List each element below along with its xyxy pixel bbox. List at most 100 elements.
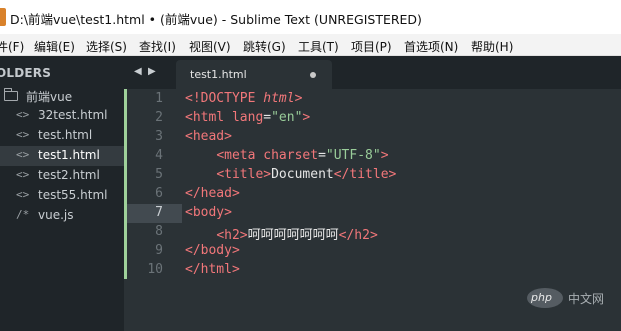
sidebar-file-item[interactable]: <> test1.html [0,146,124,166]
code-token: </html> [185,262,240,277]
line-number: 2 [155,110,163,125]
code-line[interactable]: 4 <meta charset="UTF-8"> [127,147,621,166]
sidebar-file-item[interactable]: <> test.html [0,126,124,146]
line-number: 5 [155,167,163,182]
html-file-icon: <> [16,188,30,201]
code-token: lang [231,110,264,125]
menu-view[interactable]: 视图(V) [189,38,231,55]
tab-test1-html[interactable]: test1.html [176,60,332,89]
code-text: <meta charset="UTF-8"> [185,148,389,163]
js-file-icon: /* [16,208,30,221]
code-line[interactable]: 3 <head> [127,128,621,147]
sidebar-file-label: test.html [38,128,93,142]
code-token: Document [271,167,334,182]
code-text: </html> [185,262,240,277]
code-text: </head> [185,186,240,201]
code-token: </title> [333,167,397,182]
code-token: <!DOCTYPE [185,91,264,106]
line-number: 8 [155,224,163,239]
code-token: <html [185,110,232,125]
menu-edit[interactable]: 编辑(E) [34,38,75,55]
code-line[interactable]: 6 </head> [127,185,621,204]
menu-bar: 件(F) 编辑(E) 选择(S) 查找(I) 视图(V) 跳转(G) 工具(T)… [0,34,621,56]
code-text: </body> [185,243,240,258]
sidebar-file-item[interactable]: <> test2.html [0,166,124,186]
code-line[interactable]: 8 <h2>呵呵呵呵呵呵呵</h2> [127,223,621,243]
chevron-left-icon[interactable]: ◀ [134,66,142,77]
sublime-app-icon [0,8,6,26]
line-number: 3 [155,129,163,144]
code-line[interactable]: 10 </html> [127,261,621,280]
line-number: 9 [155,243,163,258]
line-number: 7 [155,205,163,220]
code-text: <head> [185,129,232,144]
code-token: > [380,148,389,163]
code-line[interactable]: 5 <title>Document</title> [127,166,621,185]
folder-icon [3,88,18,101]
menu-goto[interactable]: 跳转(G) [243,38,286,55]
sidebar-folder[interactable]: 前端vue [0,86,124,106]
menu-tools[interactable]: 工具(T) [298,38,339,55]
code-token: > [302,110,311,125]
menu-help[interactable]: 帮助(H) [471,38,513,55]
sidebar-file-label: 32test.html [38,108,108,122]
menu-preferences[interactable]: 首选项(N) [404,38,458,55]
code-token: <h2> [216,228,248,243]
menu-file[interactable]: 件(F) [0,38,24,55]
window-title: D:\前端vue\test1.html • (前端vue) - Sublime … [10,12,422,27]
code-line[interactable]: 1 <!DOCTYPE html> [127,90,621,109]
code-text: <!DOCTYPE html> [185,91,302,106]
code-token: </h2> [338,228,378,243]
menu-project[interactable]: 项目(P) [351,38,392,55]
code-line[interactable]: 7 <body> [127,204,621,223]
code-token: <body> [185,205,232,220]
code-token: </head> [185,186,240,201]
line-number: 6 [155,186,163,201]
folder-label: 前端vue [26,90,73,104]
php-watermark: php 中文网 [527,285,617,313]
php-logo: php [527,288,563,308]
code-token: <title> [216,167,272,182]
code-token: "UTF-8" [325,148,381,163]
code-token: > [294,91,303,106]
code-token: <head> [185,129,232,144]
sidebar-file-item[interactable]: /* vue.js [0,206,124,226]
code-text: <h2>呵呵呵呵呵呵呵</h2> [185,224,378,243]
html-file-icon: <> [16,168,30,181]
html-file-icon: <> [16,108,30,121]
code-line[interactable]: 2 <html lang="en"> [127,109,621,128]
code-token: </body> [185,243,240,258]
unsaved-dot-icon[interactable] [310,72,316,78]
code-line[interactable]: 9 </body> [127,242,621,261]
title-bar: D:\前端vue\test1.html • (前端vue) - Sublime … [0,0,621,34]
code-token: = [318,148,326,163]
line-number: 4 [155,148,163,163]
line-number: 10 [147,262,163,277]
sidebar-file-item[interactable]: <> 32test.html [0,106,124,126]
code-token: 呵呵呵呵呵呵呵 [247,228,339,243]
html-file-icon: <> [16,128,30,141]
code-token: "en" [271,110,303,125]
sidebar: OLDERS 前端vue <> 32test.html <> test.html <> t… [0,56,124,331]
sidebar-file-label: test2.html [38,168,100,182]
menu-find[interactable]: 查找(I) [139,38,176,55]
code-token: charset [263,148,319,163]
tab-bar: ◀ ▶ test1.html [124,56,621,89]
tab-label: test1.html [190,68,247,81]
sidebar-file-label: vue.js [38,208,74,222]
code-text: <body> [185,205,232,220]
sidebar-header: OLDERS [0,66,52,80]
html-file-icon: <> [16,148,30,161]
code-token: = [263,110,272,125]
code-text: <html lang="en"> [185,110,310,125]
line-number: 1 [155,91,163,106]
code-text: <title>Document</title> [185,167,396,182]
menu-selection[interactable]: 选择(S) [86,38,127,55]
chevron-right-icon[interactable]: ▶ [148,66,156,77]
sidebar-file-item[interactable]: <> test55.html [0,186,124,206]
sidebar-file-label: test55.html [38,188,108,202]
code-token: html [263,91,295,106]
sidebar-file-label: test1.html [38,148,100,162]
